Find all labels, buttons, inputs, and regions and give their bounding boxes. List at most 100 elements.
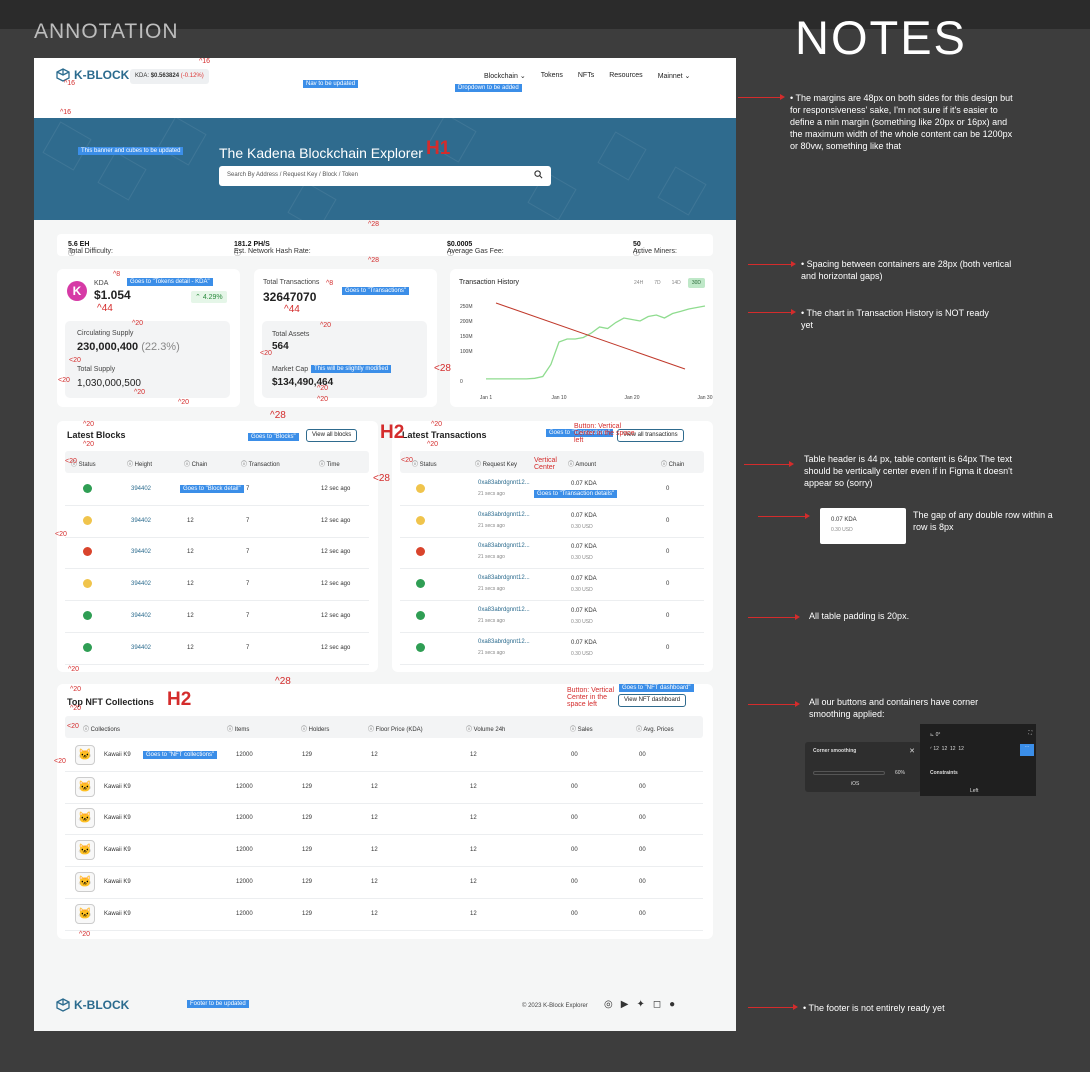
table-row[interactable]: 0xa83abrdgnnt12... 21 secs ago 0.07 KDA … bbox=[400, 601, 704, 633]
more-icon[interactable]: ⋯ bbox=[1020, 744, 1034, 756]
table-row[interactable]: 🐱 Kawaii K9 12000 129 12 12 00 00 bbox=[65, 835, 703, 868]
block-time: 12 sec ago bbox=[321, 517, 351, 524]
th-tx-status-label: Status bbox=[419, 462, 437, 468]
latest-blocks-title: Latest Blocks bbox=[67, 430, 126, 440]
note-chart-text: The chart in Transaction History is NOT … bbox=[801, 308, 989, 330]
note-margins: • The margins are 48px on both sides for… bbox=[790, 93, 1013, 151]
table-row[interactable]: 394402 12 7 12 sec ago bbox=[65, 506, 369, 538]
request-key[interactable]: 0xa83abrdgnnt12... bbox=[478, 639, 530, 645]
circ-supply-value: 230,000,400 (22.3%) bbox=[77, 341, 180, 353]
tx-chain: 0 bbox=[666, 549, 670, 556]
request-key[interactable]: 0xa83abrdgnnt12... bbox=[478, 512, 530, 518]
nft-thumbnail: 🐱 bbox=[75, 903, 95, 924]
th-tx-chain: ⓘ Chain bbox=[661, 462, 685, 468]
table-row[interactable]: 0xa83abrdgnnt12... 21 secs ago 0.07 KDA … bbox=[400, 537, 704, 570]
block-height[interactable]: 394402 bbox=[131, 613, 151, 619]
latest-blocks-card: Latest Blocks Goes to "Blocks" View all … bbox=[57, 421, 378, 672]
stat-gas-value: $0.0005 bbox=[447, 241, 473, 248]
nav-nfts[interactable]: NFTs bbox=[578, 72, 594, 80]
search-icon[interactable] bbox=[534, 170, 543, 179]
total-tx-label: Total Transactions bbox=[263, 279, 320, 286]
block-height[interactable]: 394402 bbox=[131, 486, 151, 492]
table-row[interactable]: 🐱 Kawaii K9 12000 129 12 12 00 00 bbox=[65, 803, 703, 836]
nft-avg: 00 bbox=[639, 878, 646, 885]
close-icon[interactable]: ✕ bbox=[909, 747, 915, 755]
block-height[interactable]: 394402 bbox=[131, 549, 151, 555]
tx-chain: 0 bbox=[666, 644, 670, 651]
table-row[interactable]: 394402 12 7 12 sec ago bbox=[65, 633, 369, 665]
block-tx: 7 bbox=[246, 486, 250, 492]
nft-items: 12000 bbox=[236, 815, 253, 822]
footer-logo[interactable]: K-BLOCK bbox=[56, 998, 129, 1012]
tx-amount: 0.07 KDA bbox=[571, 544, 597, 551]
request-key[interactable]: 0xa83abrdgnnt12... bbox=[478, 575, 530, 581]
block-chain: 12 bbox=[187, 517, 194, 524]
nft-thumbnail: 🐱 bbox=[75, 840, 95, 861]
tx-chain: 0 bbox=[666, 486, 670, 492]
status-pend-icon bbox=[416, 515, 425, 525]
nft-thumbnail: 🐱 bbox=[75, 776, 95, 797]
table-row[interactable]: 394402 12 7 12 sec ago bbox=[65, 569, 369, 602]
th-holders-label: Holders bbox=[308, 727, 330, 733]
button-vc-note: Button: Vertical Center in the space lef… bbox=[574, 423, 635, 444]
block-height[interactable]: 394402 bbox=[131, 518, 151, 524]
nav-links: Blockchain ⌄ Tokens NFTs Resources Mainn… bbox=[484, 72, 690, 80]
view-all-blocks-button[interactable]: View all blocks bbox=[306, 429, 358, 442]
th-height-label: Height bbox=[134, 462, 153, 468]
social-links: ◎ ▶ ✦ ◻ ● bbox=[604, 999, 675, 1010]
annotation-title: ANNOTATION bbox=[34, 20, 179, 43]
block-height[interactable]: 394402 bbox=[131, 581, 151, 587]
youtube-icon[interactable]: ▶ bbox=[621, 999, 629, 1010]
table-row[interactable]: 0xa83abrdgnnt12... 21 secs ago 0.07 KDA … bbox=[400, 633, 704, 665]
view-nft-dashboard-button[interactable]: View NFT dashboard bbox=[618, 694, 687, 707]
kda-price: $0.563824 bbox=[150, 73, 180, 79]
medium-icon[interactable]: ● bbox=[669, 999, 675, 1010]
nft-thumbnail: 🐱 bbox=[75, 871, 95, 892]
search-input[interactable]: Search By Address / Request Key / Block … bbox=[219, 166, 551, 186]
page-title: The Kadena Blockchain Explorer bbox=[219, 145, 423, 161]
th-chain: ⓘ Chain bbox=[184, 462, 208, 468]
table-row[interactable]: 🐱 Kawaii K9 12000 129 12 12 00 00 bbox=[65, 867, 703, 899]
table-row[interactable]: 0xa83abrdgnnt12... 21 secs ago 0.07 KDA … bbox=[400, 506, 704, 538]
twitter-icon[interactable]: ✦ bbox=[636, 999, 644, 1010]
table-row[interactable]: 0xa83abrdgnnt12... 21 secs ago 0.07 KDA … bbox=[400, 569, 704, 602]
block-time: 12 sec ago bbox=[321, 612, 351, 619]
cs-slider[interactable] bbox=[813, 771, 885, 775]
request-key[interactable]: 0xa83abrdgnnt12... bbox=[478, 607, 530, 613]
request-key[interactable]: 0xa83abrdgnnt12... bbox=[478, 480, 530, 486]
nav-blockchain[interactable]: Blockchain ⌄ bbox=[484, 72, 526, 80]
block-height[interactable]: 394402 bbox=[131, 645, 151, 651]
table-row[interactable]: 🐱 Kawaii K9 12000 129 12 12 00 00 bbox=[65, 772, 703, 804]
nav-resources[interactable]: Resources bbox=[609, 72, 642, 80]
table-row[interactable]: 394402 12 7 12 sec ago bbox=[65, 537, 369, 570]
chevron-down-icon: ⌄ bbox=[684, 73, 691, 80]
th-request-key-label: Request Key bbox=[482, 462, 518, 468]
tx-amount: 0.07 KDA bbox=[571, 576, 597, 583]
nft-holders: 129 bbox=[302, 910, 313, 917]
kda-card[interactable]: K KDA $1.054 ⌃ 4.29% Goes to "Tokens det… bbox=[57, 269, 240, 407]
nft-holders: 129 bbox=[302, 815, 313, 822]
nft-collections-card: Top NFT Collections H2 Goes to "NFT dash… bbox=[57, 684, 713, 939]
th-sales-label: Sales bbox=[577, 727, 593, 733]
tx-usd: 0.30 USD bbox=[571, 555, 593, 562]
cs-ios: iOS bbox=[851, 781, 860, 787]
nav-tokens[interactable]: Tokens bbox=[541, 72, 563, 80]
request-key[interactable]: 0xa83abrdgnnt12... bbox=[478, 543, 530, 549]
instagram-icon[interactable]: ◻ bbox=[653, 999, 661, 1010]
table-row[interactable]: 394402 12 7 12 sec ago bbox=[65, 601, 369, 633]
not-ready-strike bbox=[495, 302, 686, 370]
nft-sales: 00 bbox=[571, 910, 578, 917]
nft-items: 12000 bbox=[236, 847, 253, 854]
discord-icon[interactable]: ◎ bbox=[604, 999, 613, 1010]
network-stats-bar: ⓘ Total Difficulty: 5.6 EH ⓘ Est. Networ… bbox=[57, 234, 713, 257]
assets-box: Total Assets 564 Market Cap $134,490,464 bbox=[262, 321, 427, 398]
transactions-card[interactable]: Total Transactions 32647070 Goes to "Tra… bbox=[254, 269, 437, 407]
nft-h2-mark: H2 bbox=[167, 689, 192, 710]
th-avg: ⓘ Avg. Prices bbox=[636, 727, 674, 733]
table-row[interactable]: 🐱 Kawaii K9 12000 129 12 12 00 00 bbox=[65, 899, 703, 931]
rotation-field: ⊾ 0° bbox=[930, 732, 941, 738]
nav-mainnet[interactable]: Mainnet ⌄ bbox=[658, 72, 691, 80]
th-status-label: Status bbox=[78, 462, 96, 468]
nft-thumbnail: 🐱 bbox=[75, 745, 95, 765]
stat-hashrate: ⓘ Est. Network Hash Rate: 181.2 PH/S bbox=[234, 241, 311, 257]
